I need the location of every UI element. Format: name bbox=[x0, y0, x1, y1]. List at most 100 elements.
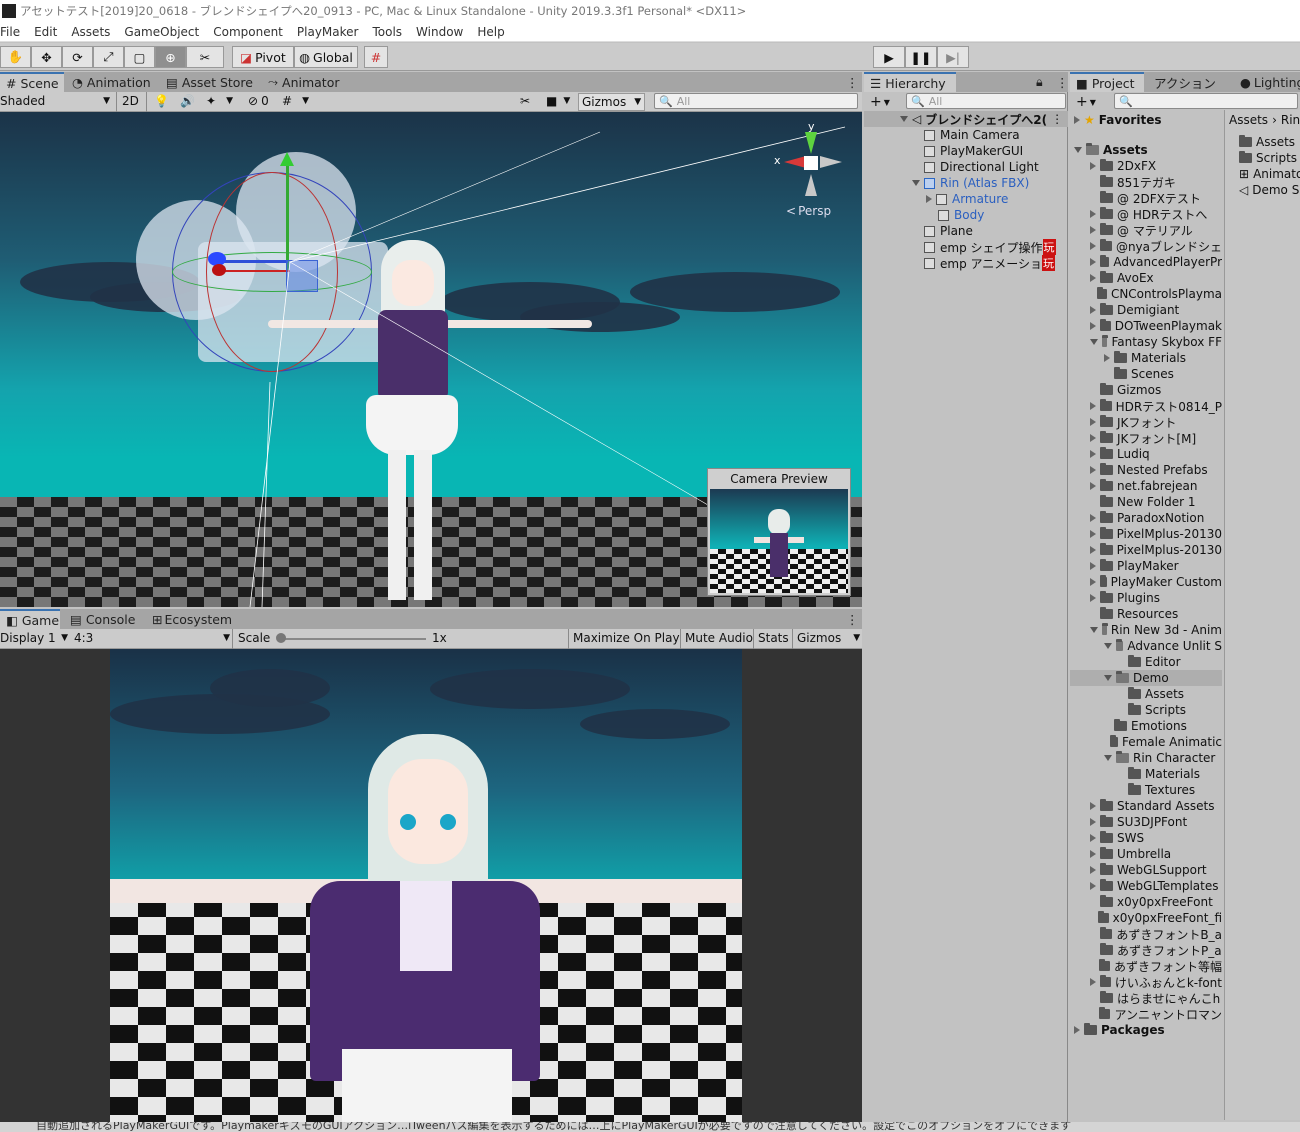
grid-toggle[interactable]: # ▼ bbox=[282, 94, 309, 108]
project-folder-row[interactable]: net.fabrejean bbox=[1070, 478, 1222, 494]
stats-toggle[interactable]: Stats bbox=[758, 631, 789, 645]
project-folder-row[interactable]: あずきフォント等幅 bbox=[1070, 958, 1222, 974]
project-folder-row[interactable]: Rin New 3d - Anim bbox=[1070, 622, 1222, 638]
collapsed-arrow-icon[interactable] bbox=[1074, 116, 1080, 124]
expand-arrow-icon[interactable] bbox=[1104, 643, 1112, 649]
step-button[interactable]: ▶| bbox=[937, 46, 969, 68]
pivot-toggle[interactable]: ◪ Pivot bbox=[232, 46, 294, 68]
project-folder-row[interactable]: @ 2DFXテスト bbox=[1070, 190, 1222, 206]
project-folder-row[interactable]: Materials bbox=[1070, 766, 1222, 782]
scene-search-input[interactable]: 🔍 All bbox=[654, 93, 858, 109]
favorites-row[interactable]: ★ Favorites bbox=[1074, 112, 1161, 128]
project-folder-row[interactable]: PixelMplus-20130 bbox=[1070, 542, 1222, 558]
project-folder-row[interactable]: アンニャントロマン bbox=[1070, 1006, 1222, 1022]
menu-assets[interactable]: Assets bbox=[71, 25, 110, 39]
collapsed-arrow-icon[interactable] bbox=[1090, 210, 1096, 218]
scale-slider[interactable] bbox=[280, 638, 426, 640]
project-folder-row[interactable]: PlayMaker bbox=[1070, 558, 1222, 574]
project-folder-row[interactable]: Scripts bbox=[1070, 702, 1222, 718]
project-folder-row[interactable]: Materials bbox=[1070, 350, 1222, 366]
project-folder-row[interactable]: 851テガキ bbox=[1070, 174, 1222, 190]
perspective-label[interactable]: < Persp bbox=[786, 204, 831, 218]
tab-animation[interactable]: ◔ Animation bbox=[66, 72, 157, 92]
breadcrumb-item[interactable]: Assets bbox=[1229, 113, 1268, 127]
tab-lighting[interactable]: ● Lighting bbox=[1234, 72, 1300, 92]
hierarchy-item-emp-shape[interactable]: emp シェイプ操作玩 bbox=[864, 239, 1068, 255]
shading-dropdown[interactable]: Shaded ▼ bbox=[0, 94, 110, 108]
menu-help[interactable]: Help bbox=[477, 25, 504, 39]
gizmos-dropdown[interactable]: Gizmos ▼ bbox=[578, 93, 646, 111]
collapsed-arrow-icon[interactable] bbox=[1090, 882, 1096, 890]
expand-arrow-icon[interactable] bbox=[1090, 339, 1098, 345]
project-folder-row[interactable]: Ludiq bbox=[1070, 446, 1222, 462]
project-folder-row[interactable]: x0y0pxFreeFont_fi bbox=[1070, 910, 1222, 926]
kebab-icon[interactable]: ⋮ bbox=[1051, 112, 1063, 126]
collapsed-arrow-icon[interactable] bbox=[1090, 162, 1096, 170]
menu-file[interactable]: File bbox=[0, 25, 20, 39]
scene-viewport[interactable]: y x < Persp Camera Preview bbox=[0, 112, 862, 607]
display-dropdown[interactable]: Display 1 ▼ bbox=[0, 631, 68, 645]
collapsed-arrow-icon[interactable] bbox=[1090, 418, 1096, 426]
project-folder-row[interactable]: ParadoxNotion bbox=[1070, 510, 1222, 526]
collapsed-arrow-icon[interactable] bbox=[1090, 466, 1096, 474]
collapsed-arrow-icon[interactable] bbox=[926, 195, 932, 203]
lighting-toggle[interactable]: 💡 bbox=[154, 94, 169, 108]
project-folder-row[interactable]: Demo bbox=[1070, 670, 1222, 686]
move-tool-button[interactable]: ✥ bbox=[31, 46, 62, 68]
collapsed-arrow-icon[interactable] bbox=[1090, 802, 1096, 810]
project-folder-row[interactable]: Female Animatic bbox=[1070, 734, 1222, 750]
grid-snap-button[interactable]: # bbox=[364, 46, 388, 68]
collapsed-arrow-icon[interactable] bbox=[1104, 354, 1110, 362]
hierarchy-item-playmakergui[interactable]: PlayMakerGUI bbox=[864, 143, 1068, 159]
rotate-tool-button[interactable]: ⟳ bbox=[62, 46, 93, 68]
project-folder-row[interactable]: Assets bbox=[1070, 686, 1222, 702]
custom-tool-button[interactable]: ✂ bbox=[186, 46, 224, 68]
transform-tool-button[interactable]: ⊕ bbox=[155, 46, 186, 68]
project-folder-row[interactable]: WebGLSupport bbox=[1070, 862, 1222, 878]
expand-arrow-icon[interactable] bbox=[912, 180, 920, 186]
project-folder-row[interactable]: JKフォント[M] bbox=[1070, 430, 1222, 446]
collapsed-arrow-icon[interactable] bbox=[1090, 434, 1096, 442]
project-folder-row[interactable]: New Folder 1 bbox=[1070, 494, 1222, 510]
scene-panel-menu[interactable]: ⋮ bbox=[840, 72, 865, 92]
effects-toggle[interactable]: ✦ ▼ bbox=[206, 94, 233, 108]
packages-row[interactable]: Packages bbox=[1074, 1022, 1165, 1038]
hierarchy-item-emp-animation[interactable]: emp アニメーショ玩 bbox=[864, 255, 1068, 271]
collapsed-arrow-icon[interactable] bbox=[1090, 562, 1096, 570]
menu-gameobject[interactable]: GameObject bbox=[124, 25, 199, 39]
play-button[interactable]: ▶ bbox=[873, 46, 905, 68]
game-viewport[interactable] bbox=[0, 649, 862, 1122]
project-folder-row[interactable]: あずきフォントB_a bbox=[1070, 926, 1222, 942]
game-gizmos-dropdown[interactable]: Gizmos ▼ bbox=[797, 631, 860, 645]
content-item[interactable]: ◁ Demo S bbox=[1239, 182, 1299, 198]
collapsed-arrow-icon[interactable] bbox=[1090, 242, 1096, 250]
hierarchy-item-rin[interactable]: Rin (Atlas FBX) bbox=[864, 175, 1068, 191]
hierarchy-item-armature[interactable]: Armature bbox=[864, 191, 1068, 207]
project-folder-row[interactable]: Editor bbox=[1070, 654, 1222, 670]
tab-game[interactable]: ◧ Game bbox=[0, 609, 60, 629]
breadcrumb-item[interactable]: Rin bbox=[1281, 113, 1300, 127]
collapsed-arrow-icon[interactable] bbox=[1090, 514, 1096, 522]
collapsed-arrow-icon[interactable] bbox=[1090, 402, 1096, 410]
project-folder-row[interactable]: あずきフォントP_a bbox=[1070, 942, 1222, 958]
project-folder-row[interactable]: けいふぉんとk-font bbox=[1070, 974, 1222, 990]
project-folder-row[interactable]: DOTweenPlaymak bbox=[1070, 318, 1222, 334]
menu-tools[interactable]: Tools bbox=[372, 25, 402, 39]
project-folder-row[interactable]: AvoEx bbox=[1070, 270, 1222, 286]
hidden-objects-toggle[interactable]: ⊘ 0 bbox=[248, 94, 269, 108]
camera-settings-button[interactable]: ■ ▼ bbox=[546, 94, 570, 108]
tab-animator[interactable]: ⤳ Animator bbox=[262, 72, 346, 92]
project-folder-row[interactable]: Plugins bbox=[1070, 590, 1222, 606]
collapsed-arrow-icon[interactable] bbox=[1090, 450, 1096, 458]
project-folder-row[interactable]: Textures bbox=[1070, 782, 1222, 798]
hierarchy-item-body[interactable]: Body bbox=[864, 207, 1068, 223]
tab-action[interactable]: アクション bbox=[1148, 72, 1222, 92]
tab-project[interactable]: ■ Project bbox=[1070, 72, 1144, 92]
collapsed-arrow-icon[interactable] bbox=[1090, 306, 1096, 314]
scale-slider-thumb[interactable] bbox=[276, 633, 286, 643]
audio-toggle[interactable]: 🔊 bbox=[180, 94, 195, 108]
collapsed-arrow-icon[interactable] bbox=[1090, 594, 1096, 602]
project-folder-row[interactable]: Rin Character bbox=[1070, 750, 1222, 766]
menu-component[interactable]: Component bbox=[213, 25, 283, 39]
hierarchy-item-plane[interactable]: Plane bbox=[864, 223, 1068, 239]
